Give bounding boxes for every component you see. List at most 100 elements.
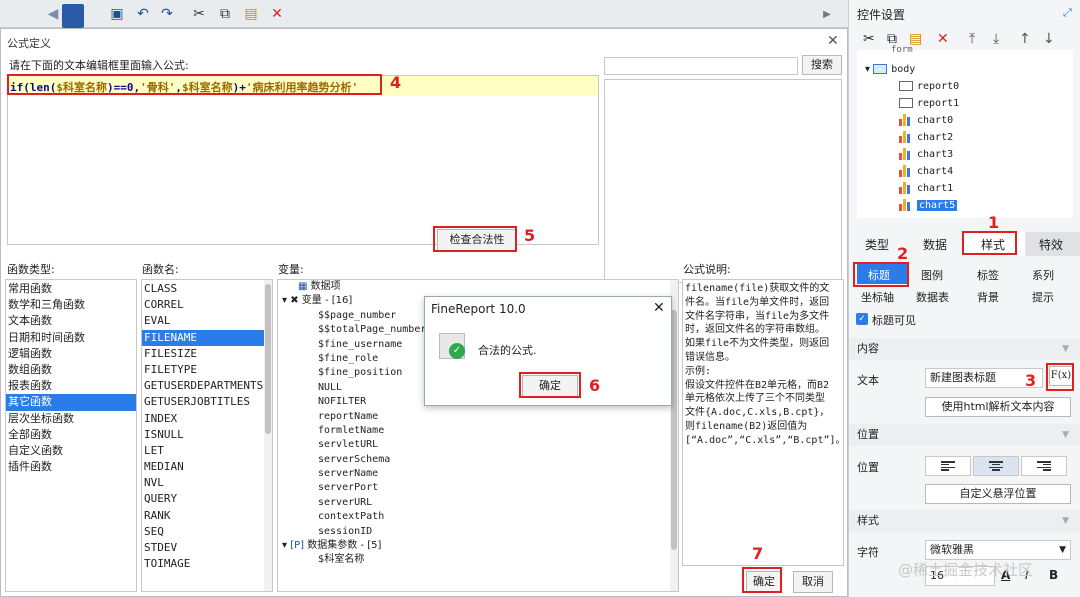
html-parse-button[interactable]: 使用html解析文本内容 — [925, 397, 1071, 417]
subtab-series[interactable]: 系列 — [1032, 267, 1054, 283]
subtab-tooltip[interactable]: 提示 — [1032, 289, 1054, 305]
widget-tree[interactable]: form ▾ body report0 report1 chart0 chart… — [857, 45, 1073, 218]
list-item[interactable]: NVL — [142, 475, 272, 491]
section-style[interactable]: 样式 ▼ — [849, 510, 1080, 532]
list-item[interactable]: 逻辑函数 — [6, 346, 136, 362]
list-item[interactable]: GETUSERDEPARTMENTS — [142, 378, 272, 394]
custom-float-button[interactable]: 自定义悬浮位置 — [925, 484, 1071, 504]
tree-node[interactable]: ▾ [P] 数据集参数 - [5] — [278, 539, 678, 553]
subtab-datasheet[interactable]: 数据表 — [916, 289, 949, 305]
tab-data[interactable]: 数据 — [923, 236, 947, 253]
formula-text[interactable]: if(len($科室名称)==0,'骨科',$科室名称)+'病床利用率趋势分析' — [10, 79, 358, 95]
move-down-icon[interactable]: ↓ — [1043, 31, 1055, 47]
variable-item[interactable]: formletName — [318, 424, 678, 438]
check-validity-button[interactable]: 检查合法性 — [437, 229, 517, 251]
move-bottom-icon[interactable]: ⤓ — [993, 31, 999, 47]
variable-item[interactable]: serverSchema — [318, 453, 678, 467]
list-item[interactable]: ISNULL — [142, 427, 272, 443]
arrow-right-icon[interactable]: ▶ — [818, 5, 836, 23]
list-item[interactable]: 数学和三角函数 — [6, 297, 136, 313]
variable-item[interactable]: serverURL — [318, 496, 678, 510]
search-input[interactable] — [604, 57, 798, 75]
section-position[interactable]: 位置 ▼ — [849, 424, 1080, 446]
tab-style[interactable]: 样式 — [981, 236, 1005, 253]
list-item[interactable]: RANK — [142, 508, 272, 524]
list-item[interactable]: MEDIAN — [142, 459, 272, 475]
bold-icon[interactable]: B — [1049, 568, 1058, 582]
close-icon[interactable]: ✕ — [827, 33, 839, 49]
close-icon[interactable]: ✕ — [653, 300, 665, 316]
tree-node[interactable]: chart4 — [899, 164, 953, 181]
undo-icon[interactable]: ↶ — [134, 5, 152, 23]
subtab-title[interactable]: 标题 — [868, 267, 890, 283]
parameter-item[interactable]: $科室名称 — [278, 553, 678, 567]
tab-type[interactable]: 类型 — [865, 236, 889, 253]
tree-node-body[interactable]: ▾ body — [865, 62, 915, 79]
list-item[interactable]: 数组函数 — [6, 362, 136, 378]
cut-icon[interactable]: ✂ — [863, 31, 875, 47]
report-icon[interactable] — [62, 4, 84, 28]
scrollbar[interactable] — [264, 280, 272, 591]
func-type-list[interactable]: 常用函数 数学和三角函数 文本函数 日期和时间函数 逻辑函数 数组函数 报表函数… — [5, 279, 137, 592]
formula-editor[interactable]: if(len($科室名称)==0,'骨科',$科室名称)+'病床利用率趋势分析' — [7, 75, 599, 245]
list-item[interactable]: EVAL — [142, 313, 272, 329]
tab-effects[interactable]: 特效 — [1039, 236, 1063, 253]
list-item[interactable]: 插件函数 — [6, 459, 136, 475]
list-item[interactable]: CORREL — [142, 297, 272, 313]
delete-icon[interactable]: ✕ — [937, 31, 949, 47]
section-content[interactable]: 内容 ▼ — [849, 338, 1080, 360]
tree-node[interactable]: report0 — [899, 79, 959, 96]
func-name-list[interactable]: CLASS CORREL EVAL FILENAME FILESIZE FILE… — [141, 279, 273, 592]
list-item[interactable]: TOIMAGE — [142, 556, 272, 572]
list-item[interactable]: 层次坐标函数 — [6, 411, 136, 427]
copy-icon[interactable]: ⧉ — [216, 5, 234, 23]
subtab-legend[interactable]: 图例 — [921, 267, 943, 283]
paste-icon[interactable]: ▤ — [242, 5, 260, 23]
font-family-select[interactable]: 微软雅黑 ▼ — [925, 540, 1071, 560]
list-item[interactable]: QUERY — [142, 491, 272, 507]
align-left-button[interactable] — [925, 456, 971, 476]
list-item-selected[interactable]: 其它函数 — [6, 394, 136, 411]
list-item[interactable]: 自定义函数 — [6, 443, 136, 459]
tree-node[interactable]: chart2 — [899, 130, 953, 147]
list-item-selected[interactable]: FILENAME — [142, 329, 272, 346]
ok-button[interactable]: 确定 — [746, 571, 782, 593]
variable-item[interactable]: serverName — [318, 467, 678, 481]
tree-node[interactable]: chart0 — [899, 113, 953, 130]
variable-item[interactable]: reportName — [318, 410, 678, 424]
message-ok-button[interactable]: 确定 — [522, 375, 578, 397]
variable-item[interactable]: serverPort — [318, 481, 678, 495]
list-item[interactable]: GETUSERJOBTITLES — [142, 394, 272, 410]
list-item[interactable]: SEQ — [142, 524, 272, 540]
tree-node[interactable]: ▦ 数据项 — [278, 280, 678, 294]
list-item[interactable]: INDEX — [142, 411, 272, 427]
formula-fx-button[interactable]: F(x) — [1049, 366, 1073, 386]
list-item[interactable]: 日期和时间函数 — [6, 330, 136, 346]
list-item[interactable]: STDEV — [142, 540, 272, 556]
align-right-button[interactable] — [1021, 456, 1067, 476]
tree-node[interactable]: report1 — [899, 96, 959, 113]
expand-icon[interactable]: ⤢ — [1063, 6, 1072, 20]
cancel-button[interactable]: 取消 — [793, 571, 833, 593]
subtab-axis[interactable]: 坐标轴 — [861, 289, 894, 305]
list-item[interactable]: FILESIZE — [142, 346, 272, 362]
search-button[interactable]: 搜索 — [802, 55, 842, 75]
title-visible-checkbox[interactable]: ✓ — [856, 313, 868, 325]
tree-node[interactable]: chart3 — [899, 147, 953, 164]
delete-icon[interactable]: ✕ — [268, 5, 286, 23]
list-item[interactable]: 常用函数 — [6, 281, 136, 297]
variable-item[interactable]: servletURL — [318, 438, 678, 452]
tree-node[interactable]: chart1 — [899, 181, 953, 198]
list-item[interactable]: LET — [142, 443, 272, 459]
move-up-icon[interactable]: ↑ — [1019, 31, 1031, 47]
list-item[interactable]: CLASS — [142, 281, 272, 297]
save-icon[interactable]: ▣ — [108, 5, 126, 23]
list-item[interactable]: 文本函数 — [6, 313, 136, 329]
arrow-left-icon[interactable]: ◀ — [44, 5, 62, 23]
variable-item[interactable]: contextPath — [318, 510, 678, 524]
move-top-icon[interactable]: ⤒ — [969, 31, 975, 47]
subtab-background[interactable]: 背景 — [977, 289, 999, 305]
list-item[interactable]: 报表函数 — [6, 378, 136, 394]
variable-item[interactable]: sessionID — [318, 525, 678, 539]
cut-icon[interactable]: ✂ — [190, 5, 208, 23]
